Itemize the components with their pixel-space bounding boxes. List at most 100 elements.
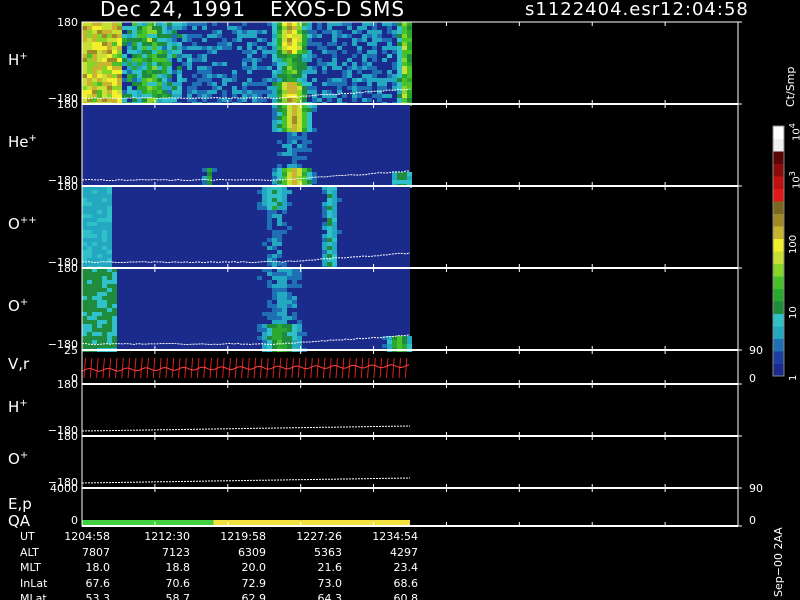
spectrogram-cell [327, 242, 332, 246]
spectrogram-cell [132, 78, 137, 82]
spectrogram-cell [297, 112, 302, 116]
spectrogram-cell [97, 202, 102, 206]
spectrogram-cell [407, 54, 412, 58]
spectrogram-cell [102, 82, 107, 86]
spectrogram-cell [102, 62, 107, 66]
spectrogram-cell [277, 54, 282, 58]
spectrogram-cell [97, 206, 102, 210]
spectrogram-cell [287, 168, 292, 172]
spectrogram-cell [107, 312, 112, 316]
ephem-cell: 1234:54 [372, 530, 418, 543]
spectrogram-cell [157, 66, 162, 70]
spectrogram-cell [192, 82, 197, 86]
spectrogram-bg-2 [82, 186, 410, 268]
spectrogram-cell [407, 336, 412, 340]
spectrogram-cell [127, 26, 132, 30]
spectrogram-cell [102, 324, 107, 328]
spectrogram-cell [272, 234, 277, 238]
spectrogram-cell [97, 30, 102, 34]
spectrogram-cell [202, 54, 207, 58]
spectrogram-cell [327, 198, 332, 202]
spectrogram-cell [372, 50, 377, 54]
colorbar-tick-4: 104 [788, 123, 800, 141]
spectrogram-cell [87, 320, 92, 324]
spectrogram-cell [352, 98, 357, 102]
spectrogram-cell [252, 62, 257, 66]
spectrogram-cell [302, 74, 307, 78]
spectrogram-cell [107, 222, 112, 226]
spectrogram-cell [292, 38, 297, 42]
spectrogram-cell [112, 62, 117, 66]
spectrogram-cell [312, 34, 317, 38]
spectrogram-cell [87, 78, 92, 82]
spectrogram-cell [292, 280, 297, 284]
spectrogram-cell [282, 144, 287, 148]
spectrogram-cell [107, 206, 112, 210]
spectrogram-cell [387, 74, 392, 78]
spectrogram-cell [347, 86, 352, 90]
spectrogram-cell [97, 42, 102, 46]
spectrogram-cell [377, 90, 382, 94]
spectrogram-cell [192, 22, 197, 26]
spectrogram-cell [367, 34, 372, 38]
spectrogram-cell [407, 62, 412, 66]
spectrogram-cell [92, 258, 97, 262]
spectrogram-cell [362, 78, 367, 82]
spectrogram-cell [162, 62, 167, 66]
spectrogram-cell [302, 332, 307, 336]
spectrogram-cell [102, 304, 107, 308]
spectrogram-cell [297, 116, 302, 120]
spectrogram-cell [97, 234, 102, 238]
spectrogram-cell [82, 78, 87, 82]
ephem-cell: 70.6 [165, 576, 191, 590]
plot-canvas [81, 21, 785, 527]
ephem-cell: 5363 [314, 545, 342, 559]
spectrogram-cell [292, 164, 297, 168]
spectrogram-cell [322, 66, 327, 70]
spectrogram-cell [327, 234, 332, 238]
spectrogram-cell [272, 304, 277, 308]
spectrogram-cell [92, 324, 97, 328]
spectrogram-cell [232, 70, 237, 74]
vr-panel-top-tick: 25 [64, 344, 78, 357]
spectrogram-cell [397, 54, 402, 58]
spectrogram-cell [287, 272, 292, 276]
spectrogram-cell [372, 78, 377, 82]
spectrogram-cell [257, 98, 262, 102]
spectrogram-cell [182, 26, 187, 30]
spectrogram-cell [117, 82, 122, 86]
oplusplus-spectro-label-text: O [8, 215, 20, 233]
spectrogram-cell [342, 82, 347, 86]
colorbar-swatch [773, 138, 784, 152]
spectrogram-cell [212, 50, 217, 54]
spectrogram-cell [252, 50, 257, 54]
spectrogram-cell [267, 218, 272, 222]
spectrogram-cell [327, 230, 332, 234]
spectrogram-cell [282, 292, 287, 296]
pitch-angle-trace-5 [81, 425, 411, 432]
spectrogram-cell [272, 82, 277, 86]
spectrogram-cell [267, 272, 272, 276]
spectrogram-cell [327, 190, 332, 194]
spectrogram-cell [287, 316, 292, 320]
spectrogram-cell [397, 26, 402, 30]
spectrogram-cell [92, 26, 97, 30]
spectrogram-cell [267, 280, 272, 284]
spectrogram-cell [167, 34, 172, 38]
oplus-line-label: O+ [8, 450, 28, 468]
spectrogram-cell [272, 308, 277, 312]
spectrogram-cell [307, 168, 312, 172]
spectrogram-cell [262, 54, 267, 58]
spectrogram-cell [122, 58, 127, 62]
spectrogram-cell [252, 98, 257, 102]
spectrogram-cell [102, 38, 107, 42]
spectrogram-cell [382, 82, 387, 86]
spectrogram-cell [297, 136, 302, 140]
spectrogram-cell [87, 304, 92, 308]
spectrogram-cell [92, 198, 97, 202]
spectrogram-cell [287, 62, 292, 66]
spectrogram-cell [197, 78, 202, 82]
spectrogram-cell [82, 300, 87, 304]
spectrogram-cell [282, 74, 287, 78]
ep-qa-top-tick: 4000 [50, 482, 78, 495]
